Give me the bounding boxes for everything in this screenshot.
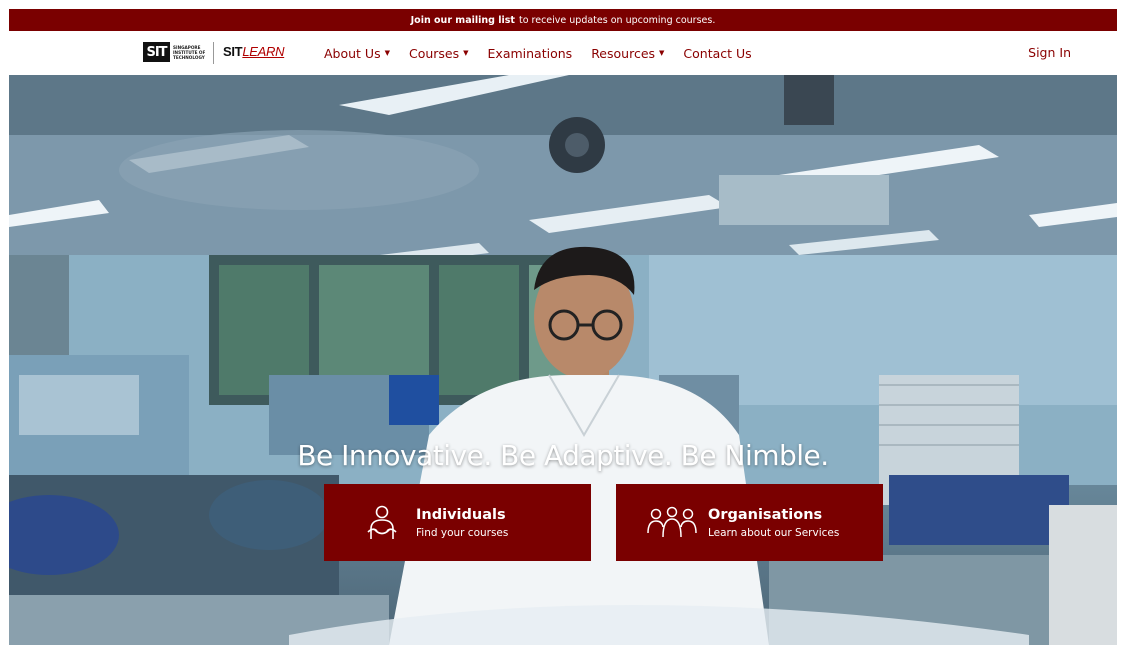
chevron-down-icon: ▼ (659, 49, 665, 57)
nav-courses-label: Courses (408, 45, 460, 61)
announcement-text: to receive updates on upcoming courses. (518, 14, 716, 26)
nav-resources-label: Resources (591, 45, 656, 61)
sitlearn-logo-learn: LEARN (242, 44, 285, 59)
nav-contact-us-label: Contact Us (683, 45, 752, 61)
sit-logo-fullname: SINGAPORE INSTITUTE OF TECHNOLOGY (173, 44, 206, 60)
individuals-card-subtitle: Find your courses (416, 526, 509, 539)
individuals-card-title: Individuals (416, 506, 506, 523)
sitlearn-logo[interactable]: SITLEARN (223, 44, 284, 59)
sit-logo[interactable]: SIT SINGAPORE INSTITUTE OF TECHNOLOGY (143, 41, 209, 63)
individuals-card[interactable]: Individuals Find your courses (324, 484, 591, 561)
nav-contact-us[interactable]: Contact Us (683, 46, 751, 61)
mailing-list-link[interactable]: Join our mailing list (411, 15, 515, 26)
person-icon (367, 505, 397, 539)
sitlearn-logo-sit: SIT (223, 44, 243, 59)
nav-resources[interactable]: Resources ▼ (591, 46, 664, 61)
organisations-card[interactable]: Organisations Learn about our Services (616, 484, 883, 561)
individuals-card-text: Individuals Find your courses (416, 507, 508, 539)
organisations-card-subtitle: Learn about our Services (708, 526, 840, 539)
top-navbar: SIT SINGAPORE INSTITUTE OF TECHNOLOGY SI… (9, 31, 1117, 75)
sign-in-link[interactable]: Sign In (1028, 45, 1071, 60)
nav-courses[interactable]: Courses ▼ (409, 46, 469, 61)
hero-tagline: Be Innovative. Be Adaptive. Be Nimble. (297, 439, 829, 472)
main-menu: About Us ▼ Courses ▼ Examinations Resour… (324, 31, 771, 75)
announcement-bar: Join our mailing list to receive updates… (9, 9, 1117, 31)
sit-logo-mark: SIT (143, 42, 170, 62)
nav-examinations-label: Examinations (487, 45, 573, 61)
chevron-down-icon: ▼ (384, 49, 390, 57)
hero-banner: Be Innovative. Be Adaptive. Be Nimble. I… (9, 75, 1117, 645)
logo-divider (213, 42, 214, 64)
organisations-card-text: Organisations Learn about our Services (708, 507, 839, 539)
group-icon (647, 506, 697, 537)
nav-about-us[interactable]: About Us ▼ (324, 46, 390, 61)
nav-examinations[interactable]: Examinations (488, 46, 573, 61)
nav-about-us-label: About Us (324, 45, 381, 61)
organisations-card-title: Organisations (708, 506, 823, 523)
chevron-down-icon: ▼ (463, 49, 469, 57)
